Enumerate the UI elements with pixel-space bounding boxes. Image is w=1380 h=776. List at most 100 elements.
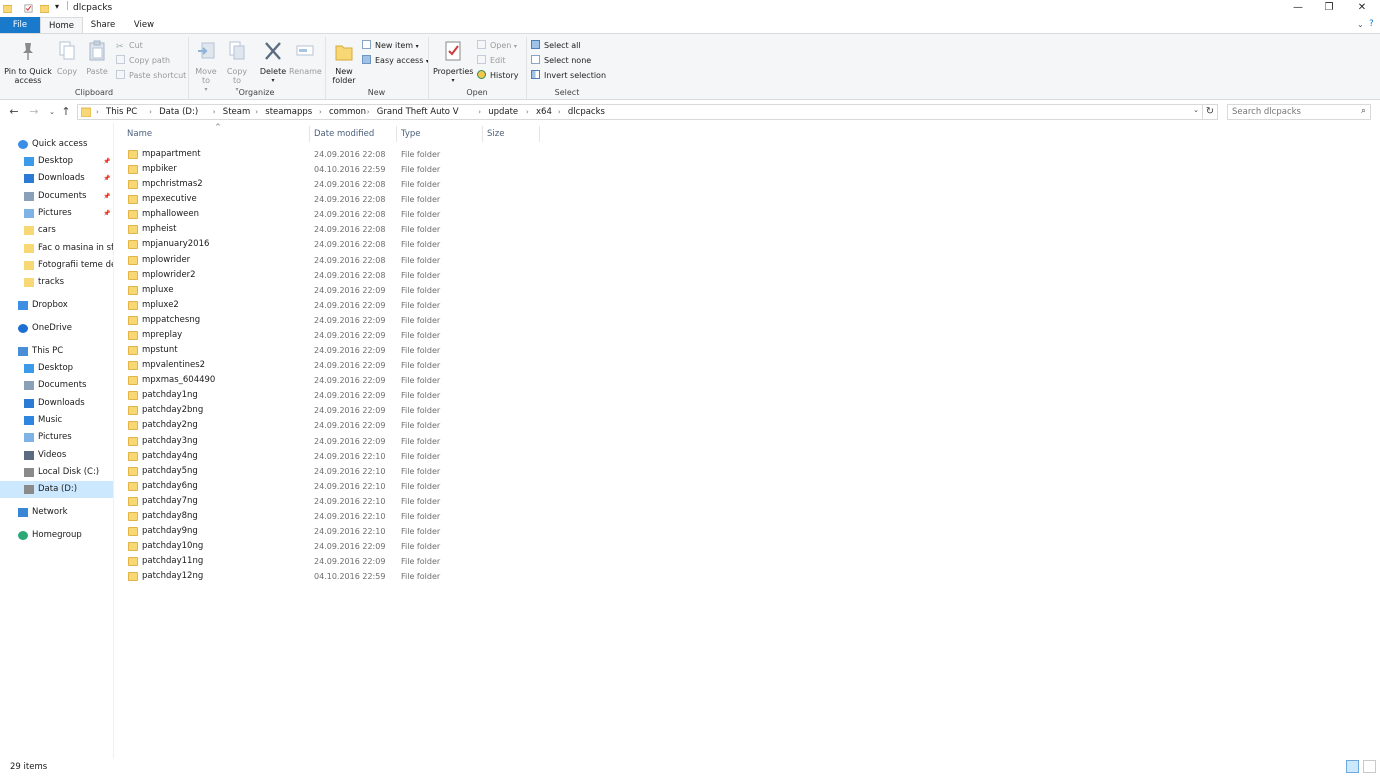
column-header-date-modified[interactable]: Date modified <box>314 126 394 142</box>
forward-arrow-icon[interactable]: → <box>27 104 41 120</box>
tab-view[interactable]: View <box>124 17 164 33</box>
file-row[interactable]: patchday3ng 24.09.2016 22:09 File folder <box>128 434 1368 449</box>
nav-quick-item[interactable]: Desktop 📌 <box>0 153 113 170</box>
tab-file[interactable]: File <box>0 17 40 33</box>
nav-quick-item[interactable]: tracks <box>0 274 113 291</box>
file-row[interactable]: patchday1ng 24.09.2016 22:09 File folder <box>128 388 1368 403</box>
file-row[interactable]: patchday2bng 24.09.2016 22:09 File folder <box>128 403 1368 418</box>
easy-access-button[interactable]: Easy access ▾ <box>362 55 429 67</box>
file-row[interactable]: mpstunt 24.09.2016 22:09 File folder <box>128 343 1368 358</box>
pin-icon[interactable]: 📌 <box>103 170 110 187</box>
search-icon[interactable]: ⌕ <box>1361 106 1366 116</box>
file-row[interactable]: mpexecutive 24.09.2016 22:08 File folder <box>128 192 1368 207</box>
pin-icon[interactable]: 📌 <box>103 205 110 222</box>
breadcrumb-separator-chevron-icon[interactable]: › <box>526 105 529 119</box>
column-divider[interactable] <box>309 126 310 142</box>
refresh-icon[interactable]: ↻ <box>1203 104 1218 120</box>
copy-button[interactable]: Copy <box>55 40 79 76</box>
breadcrumb-separator-chevron-icon[interactable]: › <box>319 105 322 119</box>
nav-quick-item[interactable]: cars <box>0 222 113 239</box>
breadcrumb-item[interactable]: x64 <box>536 105 552 119</box>
file-row[interactable]: patchday12ng 04.10.2016 22:59 File folder <box>128 569 1368 584</box>
file-row[interactable]: mplowrider2 24.09.2016 22:08 File folder <box>128 268 1368 283</box>
paste-button[interactable]: Paste <box>84 40 110 76</box>
file-row[interactable]: mpbiker 04.10.2016 22:59 File folder <box>128 162 1368 177</box>
nav-pc-item[interactable]: Downloads <box>0 395 113 412</box>
pin-icon[interactable]: 📌 <box>103 188 110 205</box>
breadcrumb-item[interactable]: update <box>488 105 518 119</box>
breadcrumb-item[interactable]: common <box>329 105 366 119</box>
nav-homegroup[interactable]: Homegroup <box>0 527 113 544</box>
move-to-button[interactable]: Move to ▾ <box>193 40 219 94</box>
nav-onedrive[interactable]: OneDrive <box>0 320 113 337</box>
paste-shortcut-button[interactable]: Paste shortcut <box>116 70 186 82</box>
help-icon[interactable]: ? <box>1369 19 1374 29</box>
nav-quick-item[interactable]: Fotografii teme de v <box>0 257 113 274</box>
breadcrumb-separator-chevron-icon[interactable]: › <box>149 105 152 119</box>
expand-ribbon-chevron-icon[interactable]: ⌄ <box>1357 20 1364 29</box>
properties-button[interactable]: Properties ▾ <box>433 40 473 85</box>
file-row[interactable]: mpreplay 24.09.2016 22:09 File folder <box>128 328 1368 343</box>
file-row[interactable]: patchday5ng 24.09.2016 22:10 File folder <box>128 464 1368 479</box>
nav-quick-access[interactable]: Quick access <box>0 136 113 153</box>
nav-network[interactable]: Network <box>0 504 113 521</box>
breadcrumb-item[interactable]: Data (D:) <box>159 105 198 119</box>
address-history-chevron-icon[interactable]: ⌄ <box>1193 106 1199 114</box>
open-button[interactable]: Open ▾ <box>477 40 517 52</box>
file-row[interactable]: mpxmas_604490 24.09.2016 22:09 File folder <box>128 373 1368 388</box>
breadcrumb-item[interactable]: dlcpacks <box>568 105 605 119</box>
cut-button[interactable]: ✂ Cut <box>116 40 143 52</box>
up-arrow-icon[interactable]: ↑ <box>59 104 73 120</box>
nav-pc-item[interactable]: Videos <box>0 447 113 464</box>
nav-pc-item[interactable]: Music <box>0 412 113 429</box>
history-button[interactable]: History <box>477 70 518 82</box>
file-row[interactable]: patchday11ng 24.09.2016 22:09 File folder <box>128 554 1368 569</box>
pin-to-quick-access-button[interactable]: Pin to Quick access <box>3 40 53 85</box>
nav-this-pc[interactable]: This PC <box>0 343 113 360</box>
file-row[interactable]: mpchristmas2 24.09.2016 22:08 File folder <box>128 177 1368 192</box>
breadcrumb-separator-chevron-icon[interactable]: › <box>255 105 258 119</box>
file-row[interactable]: patchday8ng 24.09.2016 22:10 File folder <box>128 509 1368 524</box>
new-folder-icon[interactable] <box>40 4 49 13</box>
breadcrumb-separator-chevron-icon[interactable]: › <box>367 105 370 119</box>
details-view-icon[interactable] <box>1346 760 1359 773</box>
breadcrumb-item[interactable]: steamapps <box>265 105 312 119</box>
nav-pc-item[interactable]: Documents <box>0 377 113 394</box>
breadcrumb-separator-chevron-icon[interactable]: › <box>213 105 216 119</box>
column-header-name[interactable]: Name <box>127 126 307 142</box>
properties-icon[interactable] <box>24 4 33 13</box>
nav-pc-item[interactable]: Desktop <box>0 360 113 377</box>
copy-to-button[interactable]: Copy to ▾ <box>224 40 250 94</box>
file-row[interactable]: mppatchesng 24.09.2016 22:09 File folder <box>128 313 1368 328</box>
address-bar[interactable]: › This PC › Data (D:) › Steam › steamapps › commo… <box>77 104 1203 120</box>
file-row[interactable]: patchday9ng 24.09.2016 22:10 File folder <box>128 524 1368 539</box>
recent-locations-chevron-icon[interactable]: ⌄ <box>45 104 59 120</box>
customize-quick-access-chevron-icon[interactable]: ▾ <box>55 2 59 11</box>
delete-button[interactable]: Delete ▾ <box>259 40 287 85</box>
breadcrumb-item[interactable]: Grand Theft Auto V <box>377 105 459 119</box>
nav-quick-item[interactable]: Pictures 📌 <box>0 205 113 222</box>
invert-selection-button[interactable]: Invert selection <box>531 70 606 82</box>
file-row[interactable]: mpapartment 24.09.2016 22:08 File folder <box>128 147 1368 162</box>
nav-quick-item[interactable]: Downloads 📌 <box>0 170 113 187</box>
breadcrumb-item[interactable]: Steam <box>223 105 250 119</box>
file-row[interactable]: mpvalentines2 24.09.2016 22:09 File folder <box>128 358 1368 373</box>
minimize-icon[interactable]: — <box>1282 0 1314 17</box>
nav-quick-item[interactable]: Documents 📌 <box>0 188 113 205</box>
search-box[interactable]: ⌕ <box>1227 104 1371 120</box>
column-header-size[interactable]: Size <box>487 126 537 142</box>
rename-button[interactable]: Rename <box>289 40 322 76</box>
tab-home[interactable]: Home <box>40 17 83 33</box>
file-row[interactable]: mpluxe 24.09.2016 22:09 File folder <box>128 283 1368 298</box>
breadcrumb-separator-chevron-icon[interactable]: › <box>478 105 481 119</box>
edit-button[interactable]: Edit <box>477 55 506 67</box>
select-all-button[interactable]: Select all <box>531 40 581 52</box>
nav-quick-item[interactable]: Fac o masina in sfar <box>0 240 113 257</box>
column-header-type[interactable]: Type <box>401 126 481 142</box>
file-row[interactable]: patchday10ng 24.09.2016 22:09 File folder <box>128 539 1368 554</box>
breadcrumb-item[interactable]: This PC <box>106 105 137 119</box>
breadcrumb-separator-chevron-icon[interactable]: › <box>558 105 561 119</box>
close-icon[interactable]: ✕ <box>1346 0 1378 17</box>
new-item-button[interactable]: New item ▾ <box>362 40 419 52</box>
file-row[interactable]: patchday6ng 24.09.2016 22:10 File folder <box>128 479 1368 494</box>
